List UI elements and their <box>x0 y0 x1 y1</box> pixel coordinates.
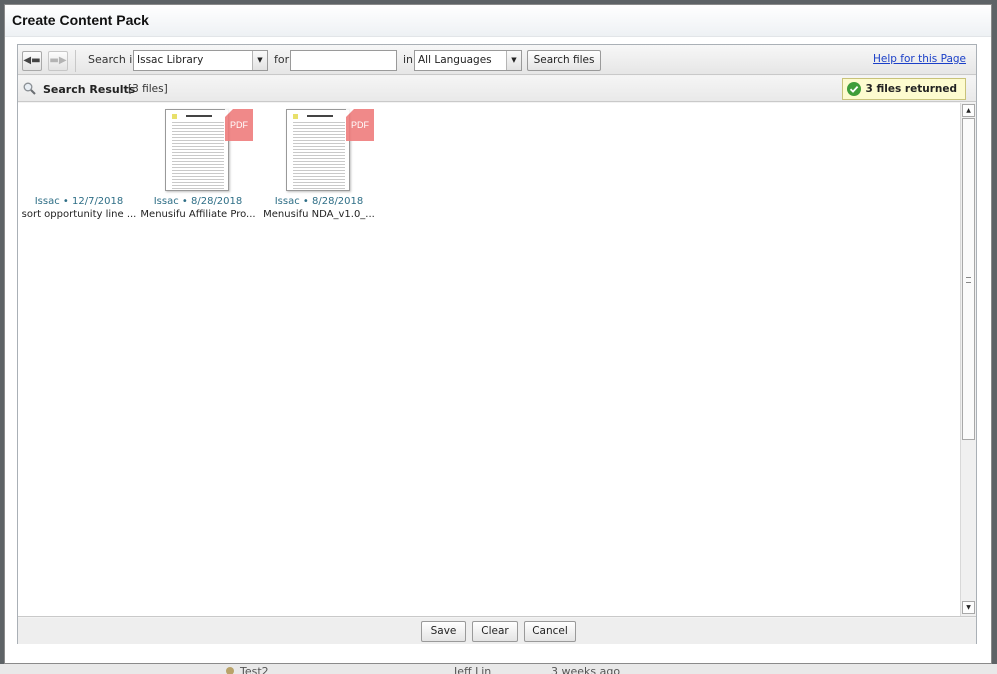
results-grid: Issac • 12/7/2018 sort opportunity line … <box>18 103 976 617</box>
file-item[interactable]: Issac • 12/7/2018 sort opportunity line … <box>20 109 138 220</box>
scrollbar-thumb[interactable] <box>962 118 975 440</box>
search-results-label: Search Results <box>43 83 136 96</box>
dialog-footer: Save Clear Cancel <box>18 618 976 644</box>
file-meta: Issac • 8/28/2018 <box>274 196 364 207</box>
search-files-button[interactable]: Search files <box>527 50 601 71</box>
file-thumbnail: PDF <box>165 109 253 193</box>
background-row-time: 3 weeks ago <box>551 665 621 674</box>
file-item[interactable]: PDF Issac • 8/28/2018 Menusifu Affiliate… <box>139 109 257 220</box>
help-link[interactable]: Help for this Page <box>873 53 966 65</box>
document-preview <box>165 109 229 191</box>
pdf-icon: PDF <box>225 109 253 141</box>
library-select[interactable]: Issac Library ▼ <box>133 50 268 71</box>
files-returned-badge: 3 files returned <box>841 78 966 100</box>
background-row-name: Test2 <box>240 665 269 674</box>
toolbar-divider <box>75 50 76 72</box>
vertical-scrollbar[interactable]: ▲ ▼ <box>960 103 976 616</box>
file-icon <box>226 667 234 674</box>
forward-button[interactable]: ▬▶ <box>48 51 68 71</box>
for-label: for <box>274 53 290 66</box>
file-item[interactable]: PDF Issac • 8/28/2018 Menusifu NDA_v1.0_… <box>260 109 378 220</box>
scroll-up-icon[interactable]: ▲ <box>962 104 975 117</box>
search-in-label: Search in <box>88 53 140 66</box>
file-name: sort opportunity line ... <box>21 209 137 220</box>
file-meta: Issac • 12/7/2018 <box>34 196 124 207</box>
search-results-bar: Search Results [3 files] 3 files returne… <box>18 76 976 102</box>
cancel-button[interactable]: Cancel <box>524 621 576 642</box>
file-name: Menusifu Affiliate Pro... <box>140 209 256 220</box>
language-select[interactable]: All Languages ▼ <box>414 50 522 71</box>
results-count: [3 files] <box>128 83 168 95</box>
pdf-icon: PDF <box>346 109 374 141</box>
search-query-input[interactable] <box>290 50 397 71</box>
file-browser-panel: ◀▬ ▬▶ Search in Issac Library ▼ for in A… <box>17 44 977 644</box>
search-toolbar: ◀▬ ▬▶ Search in Issac Library ▼ for in A… <box>18 45 976 75</box>
magnifier-icon <box>23 82 36 95</box>
scroll-down-icon[interactable]: ▼ <box>962 601 975 614</box>
background-row-author: Jeff Lin <box>454 665 492 674</box>
language-select-value: All Languages <box>418 54 492 66</box>
arrow-left-icon: ◀▬ <box>23 55 41 66</box>
file-thumbnail-empty <box>46 109 112 193</box>
background-list-row: Test2 Jeff Lin 3 weeks ago <box>0 664 997 674</box>
back-button[interactable]: ◀▬ <box>22 51 42 71</box>
library-select-value: Issac Library <box>137 54 204 66</box>
create-content-pack-dialog: Create Content Pack ◀▬ ▬▶ Search in Issa… <box>4 4 992 664</box>
save-button[interactable]: Save <box>421 621 466 642</box>
in-label: in <box>403 53 414 66</box>
chevron-down-icon[interactable]: ▼ <box>506 51 521 70</box>
file-name: Menusifu NDA_v1.0_... <box>263 209 375 220</box>
files-returned-text: 3 files returned <box>865 83 957 95</box>
clear-button[interactable]: Clear <box>472 621 518 642</box>
dialog-title-bar: Create Content Pack <box>5 5 991 37</box>
file-thumbnail: PDF <box>286 109 374 193</box>
file-meta: Issac • 8/28/2018 <box>153 196 243 207</box>
chevron-down-icon[interactable]: ▼ <box>252 51 267 70</box>
document-preview <box>286 109 350 191</box>
arrow-right-icon: ▬▶ <box>49 55 67 66</box>
check-circle-icon <box>846 82 861 96</box>
dialog-title: Create Content Pack <box>12 12 149 28</box>
